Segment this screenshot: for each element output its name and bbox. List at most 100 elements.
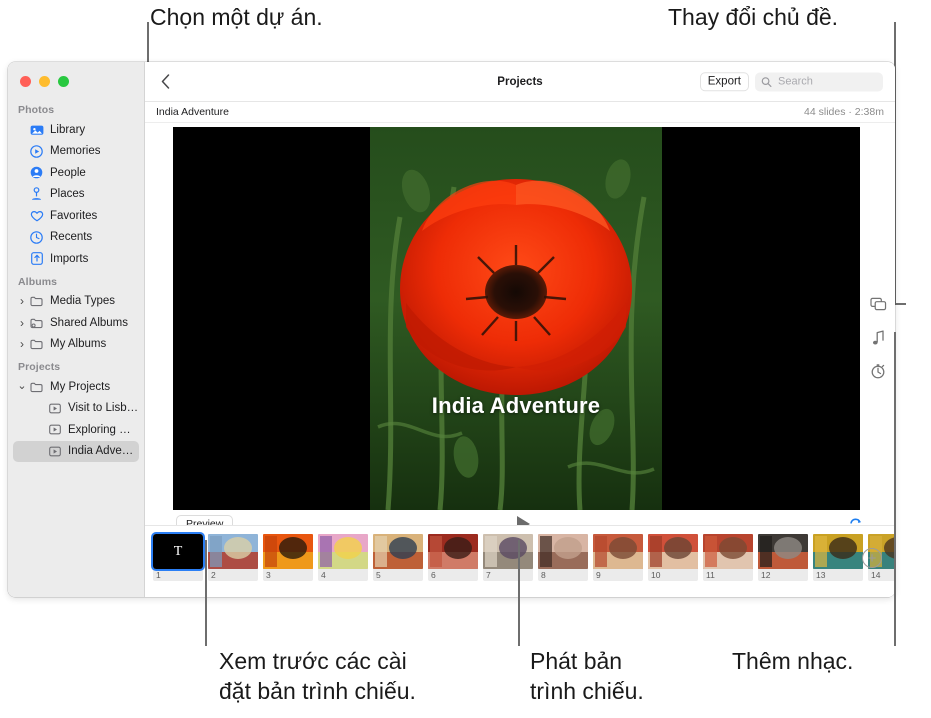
thumbnail-number: 8 (541, 570, 546, 580)
filmstrip-thumbnail[interactable]: 9 (593, 534, 643, 581)
thumbnail-image: T (153, 534, 203, 569)
toolbar: Projects Export (145, 62, 895, 102)
sidebar-item-label: People (50, 166, 86, 179)
filmstrip-thumbnail[interactable]: 3 (263, 534, 313, 581)
filmstrip-thumbnail[interactable]: 6 (428, 534, 478, 581)
sidebar-item-label: My Albums (50, 338, 107, 351)
sidebar-item-my-albums[interactable]: › My Albums (13, 334, 139, 356)
thumbnail-image (373, 534, 423, 569)
photos-app-window: Photos Library Memories People Places Favorit… (8, 62, 895, 597)
close-button[interactable] (20, 76, 31, 87)
main-pane: Projects Export India Adventure 44 slide… (145, 62, 895, 597)
sidebar-item-places[interactable]: Places (13, 184, 139, 206)
thumbnail-number: 14 (871, 570, 881, 580)
filmstrip-thumbnail[interactable]: 11 (703, 534, 753, 581)
add-slide-button[interactable]: + (862, 548, 882, 568)
chevron-right-icon[interactable]: › (17, 338, 27, 350)
thumbnail-image (813, 534, 863, 569)
zoom-button[interactable] (58, 76, 69, 87)
folder-icon (29, 337, 44, 351)
filmstrip-thumbnail[interactable]: 13 (813, 534, 863, 581)
filmstrip-thumbnail[interactable]: 8 (538, 534, 588, 581)
sidebar-item-media-types[interactable]: › Media Types (13, 291, 139, 313)
sidebar-item-india-adventure[interactable]: India Adventure (13, 440, 139, 462)
slide-title-text: India Adventure (431, 393, 601, 418)
places-icon (29, 187, 44, 201)
sidebar-item-label: Library (50, 123, 86, 136)
thumbnail-image (483, 534, 533, 569)
search-field[interactable] (755, 72, 883, 91)
leader-line-play-slideshow (518, 540, 520, 646)
sidebar-item-label: India Adventure (68, 445, 139, 458)
sidebar-item-label: Exploring Mor... (68, 423, 139, 436)
filmstrip-thumbnail[interactable]: 5 (373, 534, 423, 581)
import-icon (29, 252, 44, 266)
leader-line-change-theme-elbow (894, 303, 906, 305)
callout-preview-settings: Xem trước các cài đặt bản trình chiếu. (219, 648, 416, 704)
chevron-right-icon[interactable]: › (17, 295, 27, 307)
project-icon (47, 444, 62, 458)
sidebar-item-library[interactable]: Library (13, 119, 139, 141)
slide-stage-area: India Adventure Preview (145, 123, 895, 534)
project-meta: 44 slides · 2:38m (804, 106, 884, 118)
export-button[interactable]: Export (699, 71, 749, 92)
sidebar-section-header: Albums (18, 275, 58, 288)
memories-icon (29, 144, 44, 158)
thumbnail-number: 12 (761, 570, 771, 580)
leader-line-preview-settings (205, 540, 207, 646)
callout-select-project: Chọn một dự án. (150, 4, 323, 30)
music-note-icon[interactable] (867, 327, 889, 349)
thumbnail-list[interactable]: T123456789101112131415 (153, 534, 895, 581)
sidebar-item-favorites[interactable]: Favorites (13, 205, 139, 227)
folder-icon (29, 380, 44, 394)
filmstrip-thumbnail[interactable]: 7 (483, 534, 533, 581)
sidebar-item-people[interactable]: People (13, 162, 139, 184)
sidebar-item-my-projects[interactable]: ⌄ My Projects (13, 376, 139, 398)
title-card-letter: T (153, 534, 203, 569)
sidebar-list[interactable]: Photos Library Memories People Places Favorit… (8, 98, 144, 597)
sidebar-section-header: Projects (18, 361, 61, 373)
thumbnail-number: 1 (156, 570, 161, 580)
filmstrip-thumbnail[interactable]: 2 (208, 534, 258, 581)
filmstrip-thumbnail[interactable]: 10 (648, 534, 698, 581)
thumbnail-image (318, 534, 368, 569)
sidebar-item-shared-albums[interactable]: › Shared Albums (13, 312, 139, 334)
search-icon (761, 76, 772, 87)
sidebar-item-exploring-mor[interactable]: Exploring Mor... (13, 419, 139, 441)
sidebar-item-visit-to-lisbon[interactable]: Visit to Lisbon (13, 398, 139, 420)
chevron-down-icon[interactable]: ⌄ (17, 381, 27, 392)
thumbnail-number: 7 (486, 570, 491, 580)
sidebar-item-recents[interactable]: Recents (13, 227, 139, 249)
project-infobar: India Adventure 44 slides · 2:38m (145, 102, 895, 123)
filmstrip-thumbnail[interactable]: T1 (153, 534, 203, 581)
project-icon (47, 401, 62, 415)
sidebar-item-imports[interactable]: Imports (13, 248, 139, 270)
clock-icon (29, 230, 44, 244)
filmstrip-thumbnail[interactable]: 12 (758, 534, 808, 581)
sidebar-item-memories[interactable]: Memories (13, 141, 139, 163)
filmstrip[interactable]: T123456789101112131415 + (145, 525, 895, 597)
thumbnail-number: 11 (706, 570, 715, 580)
thumbnail-number: 3 (266, 570, 271, 580)
sidebar-item-label: Favorites (50, 209, 98, 222)
thumbnail-number: 13 (816, 570, 826, 580)
slide-photo (370, 127, 662, 510)
folder-icon (29, 294, 44, 308)
heart-icon (29, 209, 44, 223)
search-input[interactable] (776, 74, 877, 89)
thumbnail-number: 6 (431, 570, 436, 580)
thumbnail-number: 5 (376, 570, 381, 580)
thumbnail-number: 9 (596, 570, 601, 580)
minimize-button[interactable] (39, 76, 50, 87)
slides-theme-icon[interactable] (867, 293, 889, 315)
slide-stage[interactable]: India Adventure (173, 127, 860, 510)
shared-folder-icon (29, 316, 44, 330)
filmstrip-thumbnail[interactable]: 4 (318, 534, 368, 581)
window-traffic-lights (20, 76, 69, 87)
chevron-right-icon[interactable]: › (17, 317, 27, 329)
plus-icon: + (867, 549, 877, 567)
thumbnail-image (263, 534, 313, 569)
thumbnail-number: 2 (211, 570, 216, 580)
duration-timer-icon[interactable] (867, 360, 889, 382)
sidebar-item-label: Recents (50, 231, 93, 244)
